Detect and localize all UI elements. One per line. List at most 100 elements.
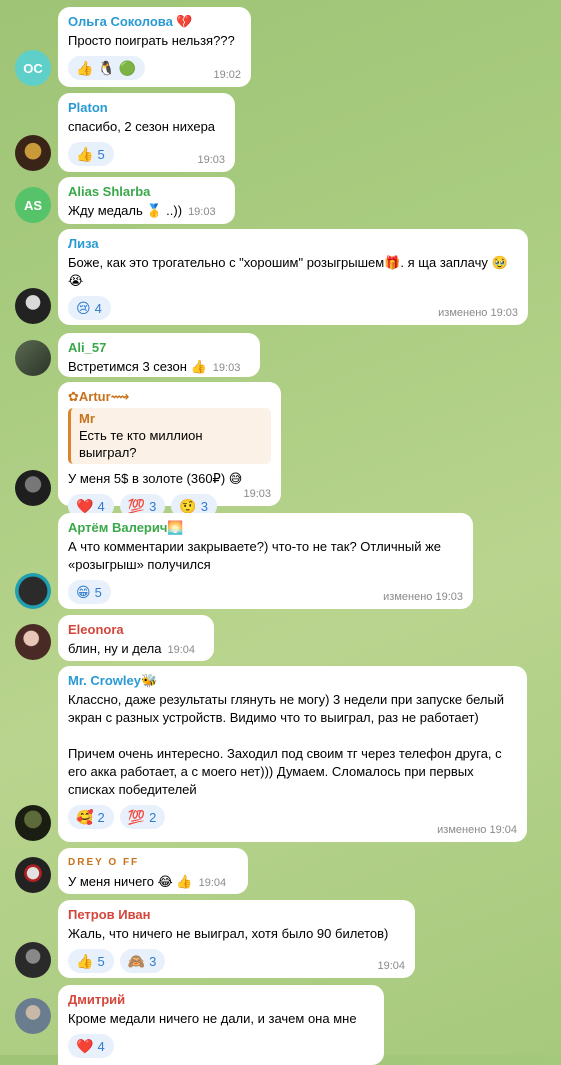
message-bubble[interactable]: DREY O FF У меня ничего 😂 👍 19:04 <box>58 848 248 894</box>
message-bubble[interactable]: Ali_57 Встретимся 3 сезон 👍 19:03 <box>58 333 260 377</box>
reactions: 👍 5 🙈 3 <box>68 949 405 973</box>
message-text: У меня ничего 😂 👍 <box>68 874 193 889</box>
avatar-initials: AS <box>23 197 43 213</box>
sender-name[interactable]: Alias Shlarba <box>68 184 225 200</box>
message-text: А что комментарии закрываете?) что-то не… <box>68 539 445 572</box>
reaction-see-no-evil[interactable]: 🙈 3 <box>119 949 166 973</box>
message-text: блин, ну и дела <box>68 641 162 656</box>
sender-name[interactable]: Ali_57 <box>68 340 250 356</box>
reaction-count: 3 <box>149 953 157 969</box>
avatar[interactable] <box>15 998 51 1034</box>
sender-name[interactable]: Лиза <box>68 236 518 252</box>
thumbs-up-icon: 👍 <box>76 953 94 969</box>
reaction-count: 3 <box>200 498 209 514</box>
reaction-count: 4 <box>97 1038 105 1054</box>
sender-name[interactable]: Mr. Crowley🐝 <box>68 673 517 689</box>
sender-name[interactable]: ✿Artur⟿ <box>68 389 271 405</box>
crying-face-icon: 😢 <box>76 300 91 316</box>
avatar-initials: ОС <box>23 60 43 76</box>
sender-name[interactable]: Артём Валерич🌅 <box>68 520 463 536</box>
message-bubble[interactable]: Артём Валерич🌅 А что комментарии закрыва… <box>58 513 473 609</box>
avatar[interactable] <box>15 573 51 609</box>
message-bubble[interactable]: Eleonora блин, ну и дела 19:04 <box>58 615 214 661</box>
message-text: Жаль, что ничего не выиграл, хотя было 9… <box>68 926 389 941</box>
reaction-thumbs-up[interactable]: 👍 5 <box>68 949 114 973</box>
message-text: У меня 5$ в золоте (360₽) 😅 <box>68 471 243 486</box>
sender-name[interactable]: Eleonora <box>68 622 204 638</box>
reaction-count: 4 <box>94 300 102 316</box>
message-bubble[interactable]: Ольга Соколова 💔 Просто поиграть нельзя?… <box>58 7 251 87</box>
timestamp: 19:04 <box>377 960 405 972</box>
avatar[interactable] <box>15 805 51 841</box>
smiling-hearts-icon: 🥰 <box>76 809 94 825</box>
thumbs-up-icon: 👍 <box>76 60 94 76</box>
reaction-hundred[interactable]: 💯 2 <box>119 805 166 829</box>
avatar[interactable] <box>15 135 51 171</box>
sender-name[interactable]: Петров Иван <box>68 907 405 923</box>
message-bubble[interactable]: Лиза Боже, как это трогательно с "хороши… <box>58 229 528 325</box>
hundred-icon: 💯 <box>127 809 146 825</box>
timestamp: изменено 19:03 <box>383 591 463 603</box>
penguin-icon: 🐧 <box>97 60 115 76</box>
sender-name[interactable]: Platon <box>68 100 225 116</box>
timestamp: 19:03 <box>243 488 271 500</box>
timestamp: 19:04 <box>167 644 196 656</box>
reaction-count: 2 <box>97 809 105 825</box>
avatar[interactable] <box>15 340 51 376</box>
timestamp: 19:04 <box>198 877 227 889</box>
sender-name[interactable]: Ольга Соколова 💔 <box>68 14 241 30</box>
reaction-group[interactable]: 👍 🐧 🟢 <box>68 56 146 80</box>
message-text: Жду медаль 🥇 ..)) <box>68 203 183 218</box>
message-bubble[interactable]: ✿Artur⟿ Mr Есть те кто миллион выиграл? … <box>58 382 281 518</box>
timestamp: 19:03 <box>197 154 225 166</box>
reaction-heart[interactable]: ❤️ 4 <box>68 1034 114 1058</box>
message-text: спасибо, 2 сезон нихера <box>68 119 216 134</box>
message-text: Просто поиграть нельзя??? <box>68 33 235 48</box>
message-bubble[interactable]: Дмитрий Кроме медали ничего не дали, и з… <box>58 985 384 1065</box>
quote-author: Mr <box>79 411 95 426</box>
avatar[interactable] <box>15 942 51 978</box>
reaction-count: 3 <box>149 498 157 514</box>
message-text: Кроме медали ничего не дали, и зачем она… <box>68 1011 357 1026</box>
raised-eyebrow-icon: 🤨 <box>179 498 197 514</box>
message-bubble[interactable]: Alias Shlarba Жду медаль 🥇 ..)) 19:03 <box>58 177 235 224</box>
reaction-count: 5 <box>97 953 105 969</box>
reactions: ❤️ 4 <box>68 1034 374 1058</box>
message-text: Боже, как это трогательно с "хорошим" ро… <box>68 255 512 288</box>
reaction-count: 5 <box>94 584 102 600</box>
reaction-count: 4 <box>97 498 105 514</box>
message-text: Классно, даже результаты глянуть не могу… <box>68 692 505 797</box>
timestamp: 19:02 <box>213 69 241 81</box>
reaction-count: 2 <box>149 809 157 825</box>
avatar[interactable] <box>15 624 51 660</box>
hundred-icon: 💯 <box>127 498 146 514</box>
message-bubble[interactable]: Петров Иван Жаль, что ничего не выиграл,… <box>58 900 415 978</box>
green-circle-icon: 🟢 <box>118 60 137 76</box>
heart-icon: ❤️ <box>76 1038 94 1054</box>
avatar[interactable] <box>15 288 51 324</box>
avatar[interactable]: ОС <box>15 50 51 86</box>
timestamp: изменено 19:04 <box>437 824 517 836</box>
timestamp: изменено 19:03 <box>438 307 518 319</box>
timestamp: 19:03 <box>212 362 241 374</box>
reaction-count: 5 <box>97 146 105 162</box>
message-text: Встретимся 3 сезон 👍 <box>68 359 207 374</box>
sender-name[interactable]: DREY O FF <box>68 855 238 871</box>
timestamp: 19:03 <box>188 206 216 218</box>
avatar[interactable] <box>15 857 51 893</box>
reaction-crying[interactable]: 😢 4 <box>68 296 111 320</box>
quote-text: Есть те кто миллион выиграл? <box>79 428 203 460</box>
heart-icon: ❤️ <box>76 498 94 514</box>
avatar[interactable]: AS <box>15 187 51 223</box>
reaction-thumbs-up[interactable]: 👍 5 <box>68 142 114 166</box>
sender-name[interactable]: Дмитрий <box>68 992 374 1008</box>
grinning-face-icon: 😁 <box>76 584 91 600</box>
message-bubble[interactable]: Mr. Crowley🐝 Классно, даже результаты гл… <box>58 666 527 842</box>
reaction-smiling-hearts[interactable]: 🥰 2 <box>68 805 114 829</box>
message-bubble[interactable]: Platon спасибо, 2 сезон нихера 👍 5 19:03 <box>58 93 235 172</box>
reaction-grin[interactable]: 😁 5 <box>68 580 111 604</box>
reply-quote[interactable]: Mr Есть те кто миллион выиграл? <box>68 408 271 464</box>
thumbs-up-icon: 👍 <box>76 146 94 162</box>
avatar[interactable] <box>15 470 51 506</box>
see-no-evil-monkey-icon: 🙈 <box>127 953 146 969</box>
